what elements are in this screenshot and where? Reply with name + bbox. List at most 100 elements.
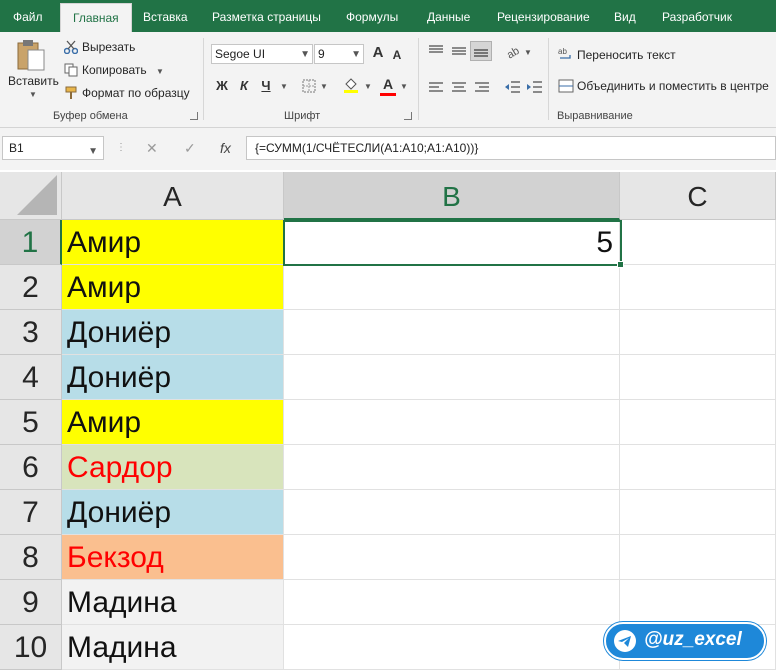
tab-review[interactable]: Рецензирование — [497, 0, 590, 32]
paste-dropdown-icon[interactable]: ▼ — [29, 90, 37, 99]
name-box[interactable]: B1 ▼ — [2, 136, 104, 160]
row-header[interactable]: 3 — [0, 310, 62, 355]
cell-b6[interactable] — [284, 445, 620, 490]
svg-text:ab: ab — [558, 47, 567, 56]
cell-b4[interactable] — [284, 355, 620, 400]
tab-view[interactable]: Вид — [614, 0, 636, 32]
cancel-icon[interactable]: ✕ — [146, 140, 158, 157]
cell-c2[interactable] — [620, 265, 776, 310]
cell-a5[interactable]: Амир — [62, 400, 284, 445]
cell-b8[interactable] — [284, 535, 620, 580]
row-header[interactable]: 10 — [0, 625, 62, 670]
cell-b5[interactable] — [284, 400, 620, 445]
align-bottom-icon[interactable] — [470, 41, 492, 61]
row-header[interactable]: 7 — [0, 490, 62, 535]
underline-dropdown-icon[interactable]: ▼ — [280, 82, 288, 91]
font-color-button[interactable]: A — [380, 75, 396, 96]
cell-a6[interactable]: Сардор — [62, 445, 284, 490]
cell-c1[interactable] — [620, 220, 776, 265]
tab-insert[interactable]: Вставка — [143, 0, 188, 32]
decrease-indent-icon[interactable] — [503, 79, 521, 95]
fill-color-icon[interactable] — [342, 76, 360, 94]
row-header[interactable]: 2 — [0, 265, 62, 310]
format-painter-button[interactable]: Формат по образцу — [82, 86, 190, 100]
clipboard-launcher-icon[interactable] — [190, 112, 198, 120]
font-name-select[interactable]: Segoe UI ▼ — [211, 44, 313, 64]
orientation-icon[interactable]: ab — [505, 43, 523, 62]
format-painter-icon — [64, 86, 78, 100]
row-header[interactable]: 9 — [0, 580, 62, 625]
row-header[interactable]: 6 — [0, 445, 62, 490]
cell-a7[interactable]: Дониёр — [62, 490, 284, 535]
paste-icon[interactable] — [16, 38, 46, 72]
wrap-text-icon: ab — [558, 46, 574, 62]
tab-home[interactable]: Главная — [60, 3, 132, 32]
copy-button[interactable]: Копировать — [82, 63, 147, 77]
cell-c6[interactable] — [620, 445, 776, 490]
cell-b9[interactable] — [284, 580, 620, 625]
cell-c4[interactable] — [620, 355, 776, 400]
cell-b10[interactable] — [284, 625, 620, 670]
clipboard-group-label: Буфер обмена — [53, 110, 128, 122]
column-header-a[interactable]: A — [62, 172, 284, 220]
fill-color-dropdown-icon[interactable]: ▼ — [364, 82, 372, 91]
tab-data[interactable]: Данные — [427, 0, 470, 32]
cell-a4[interactable]: Дониёр — [62, 355, 284, 400]
row-header[interactable]: 5 — [0, 400, 62, 445]
enter-icon[interactable]: ✓ — [184, 140, 196, 157]
select-all-button[interactable] — [0, 172, 62, 220]
align-middle-icon[interactable] — [451, 44, 467, 58]
font-size-select[interactable]: 9 ▼ — [314, 44, 364, 64]
borders-icon[interactable] — [302, 79, 316, 93]
cell-b3[interactable] — [284, 310, 620, 355]
row-header[interactable]: 4 — [0, 355, 62, 400]
copy-dropdown-icon[interactable]: ▼ — [156, 67, 164, 76]
wrap-text-button[interactable]: Переносить текст — [577, 48, 676, 62]
row-header[interactable]: 1 — [0, 220, 62, 265]
cut-button[interactable]: Вырезать — [82, 40, 135, 54]
cell-a10[interactable]: Мадина — [62, 625, 284, 670]
underline-button[interactable]: Ч — [258, 77, 274, 95]
cell-a3[interactable]: Дониёр — [62, 310, 284, 355]
chevron-down-icon: ▼ — [300, 49, 310, 60]
merge-center-button[interactable]: Объединить и поместить в центре — [577, 79, 769, 93]
cell-c9[interactable] — [620, 580, 776, 625]
grow-font-button[interactable]: A — [370, 44, 386, 62]
cell-a9[interactable]: Мадина — [62, 580, 284, 625]
cell-a2[interactable]: Амир — [62, 265, 284, 310]
cell-c5[interactable] — [620, 400, 776, 445]
cell-a1[interactable]: Амир — [62, 220, 284, 265]
cell-a8[interactable]: Бекзод — [62, 535, 284, 580]
font-size-value: 9 — [318, 47, 325, 61]
cell-b2[interactable] — [284, 265, 620, 310]
more-icon: ⋮ — [116, 142, 126, 153]
shrink-font-button[interactable]: A — [390, 46, 404, 64]
paste-button[interactable]: Вставить — [8, 74, 59, 88]
cell-c3[interactable] — [620, 310, 776, 355]
align-top-icon[interactable] — [428, 44, 444, 58]
borders-dropdown-icon[interactable]: ▼ — [320, 82, 328, 91]
column-header-b[interactable]: B — [284, 172, 620, 220]
cell-c8[interactable] — [620, 535, 776, 580]
fill-handle[interactable] — [617, 261, 624, 268]
font-color-dropdown-icon[interactable]: ▼ — [400, 82, 408, 91]
tab-developer[interactable]: Разработчик — [662, 0, 732, 32]
align-center-icon[interactable] — [451, 80, 467, 94]
bold-button[interactable]: Ж — [214, 77, 230, 95]
row-header[interactable]: 8 — [0, 535, 62, 580]
tab-formulas[interactable]: Формулы — [346, 0, 398, 32]
increase-indent-icon[interactable] — [525, 79, 543, 95]
cell-c7[interactable] — [620, 490, 776, 535]
cell-b7[interactable] — [284, 490, 620, 535]
orientation-dropdown-icon[interactable]: ▼ — [524, 48, 532, 57]
italic-button[interactable]: К — [236, 77, 252, 95]
align-left-icon[interactable] — [428, 80, 444, 94]
tab-file[interactable]: Файл — [13, 0, 43, 32]
align-right-icon[interactable] — [474, 80, 490, 94]
tab-page-layout[interactable]: Разметка страницы — [212, 0, 321, 32]
scissors-icon — [63, 40, 79, 55]
insert-function-icon[interactable]: fx — [220, 140, 231, 156]
font-launcher-icon[interactable] — [404, 112, 412, 120]
column-header-c[interactable]: C — [620, 172, 776, 220]
formula-input[interactable]: {=СУММ(1/СЧЁТЕСЛИ(A1:A10;A1:A10))} — [246, 136, 776, 160]
